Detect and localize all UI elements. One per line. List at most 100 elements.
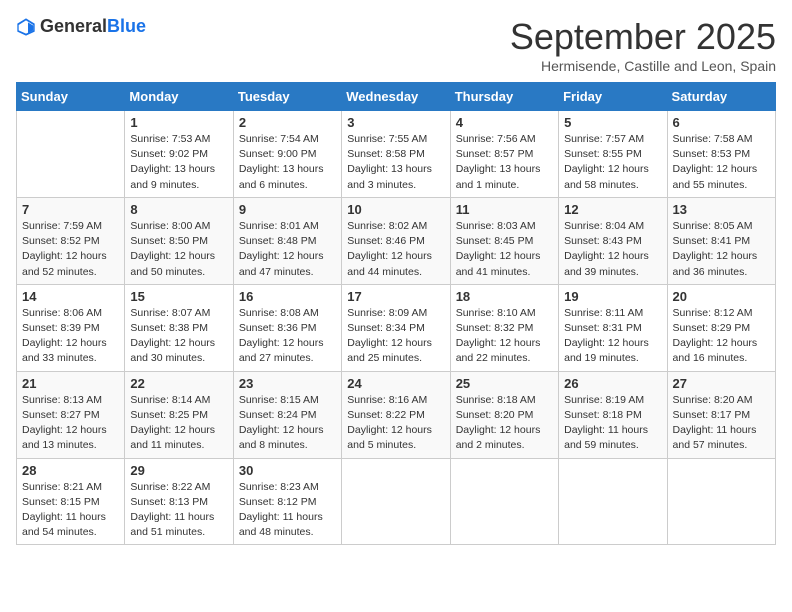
day-number: 6 xyxy=(673,115,770,130)
calendar-cell: 6 Sunrise: 7:58 AMSunset: 8:53 PMDaylight… xyxy=(667,111,775,198)
day-header-saturday: Saturday xyxy=(667,83,775,111)
day-number: 30 xyxy=(239,463,336,478)
day-number: 17 xyxy=(347,289,444,304)
day-info: Sunrise: 8:10 AMSunset: 8:32 PMDaylight:… xyxy=(456,306,553,367)
day-number: 15 xyxy=(130,289,227,304)
day-header-wednesday: Wednesday xyxy=(342,83,450,111)
day-info: Sunrise: 8:07 AMSunset: 8:38 PMDaylight:… xyxy=(130,306,227,367)
calendar-cell: 4Sunrise: 7:56 AMSunset: 8:57 PMDaylight… xyxy=(450,111,558,198)
calendar-cell xyxy=(559,458,667,545)
calendar-cell: 14Sunrise: 8:06 AMSunset: 8:39 PMDayligh… xyxy=(17,284,125,371)
day-number: 21 xyxy=(22,376,119,391)
calendar-cell: 26 Sunrise: 8:19 AMSunset: 8:18 PMDayligh… xyxy=(559,371,667,458)
day-header-sunday: Sunday xyxy=(17,83,125,111)
calendar-cell: 7Sunrise: 7:59 AMSunset: 8:52 PMDaylight… xyxy=(17,197,125,284)
day-info: Sunrise: 8:23 AMSunset: 8:12 PMDaylight:… xyxy=(239,480,336,541)
calendar-cell: 10 Sunrise: 8:02 AMSunset: 8:46 PMDayligh… xyxy=(342,197,450,284)
calendar-week-row: 14Sunrise: 8:06 AMSunset: 8:39 PMDayligh… xyxy=(17,284,776,371)
day-number: 18 xyxy=(456,289,553,304)
generalblue-logo-icon xyxy=(16,17,36,37)
calendar-cell: 12 Sunrise: 8:04 AMSunset: 8:43 PMDayligh… xyxy=(559,197,667,284)
calendar-cell xyxy=(342,458,450,545)
day-number: 22 xyxy=(130,376,227,391)
day-info: Sunrise: 8:12 AMSunset: 8:29 PMDaylight:… xyxy=(673,306,770,367)
day-number: 24 xyxy=(347,376,444,391)
calendar-cell xyxy=(667,458,775,545)
header: GeneralBlue September 2025 Hermisende, C… xyxy=(16,16,776,74)
calendar-cell: 27 Sunrise: 8:20 AMSunset: 8:17 PMDayligh… xyxy=(667,371,775,458)
calendar-week-row: 28 Sunrise: 8:21 AMSunset: 8:15 PMDayligh… xyxy=(17,458,776,545)
calendar-cell xyxy=(17,111,125,198)
calendar-body: 1 Sunrise: 7:53 AMSunset: 9:02 PMDaylight… xyxy=(17,111,776,545)
day-info: Sunrise: 8:11 AMSunset: 8:31 PMDaylight:… xyxy=(564,306,661,367)
calendar-cell: 15 Sunrise: 8:07 AMSunset: 8:38 PMDayligh… xyxy=(125,284,233,371)
calendar-cell: 13 Sunrise: 8:05 AMSunset: 8:41 PMDayligh… xyxy=(667,197,775,284)
day-number: 29 xyxy=(130,463,227,478)
logo-blue-text: Blue xyxy=(107,16,146,36)
day-number: 10 xyxy=(347,202,444,217)
calendar-cell: 22Sunrise: 8:14 AMSunset: 8:25 PMDayligh… xyxy=(125,371,233,458)
calendar-table: SundayMondayTuesdayWednesdayThursdayFrid… xyxy=(16,82,776,545)
title-area: September 2025 Hermisende, Castille and … xyxy=(510,16,776,74)
day-info: Sunrise: 7:55 AMSunset: 8:58 PMDaylight:… xyxy=(347,132,444,193)
day-number: 11 xyxy=(456,202,553,217)
calendar-cell: 3 Sunrise: 7:55 AMSunset: 8:58 PMDaylight… xyxy=(342,111,450,198)
day-info: Sunrise: 8:20 AMSunset: 8:17 PMDaylight:… xyxy=(673,393,770,454)
day-info: Sunrise: 8:21 AMSunset: 8:15 PMDaylight:… xyxy=(22,480,119,541)
calendar-cell xyxy=(450,458,558,545)
day-number: 19 xyxy=(564,289,661,304)
location-subtitle: Hermisende, Castille and Leon, Spain xyxy=(510,58,776,74)
calendar-week-row: 1 Sunrise: 7:53 AMSunset: 9:02 PMDaylight… xyxy=(17,111,776,198)
day-number: 16 xyxy=(239,289,336,304)
day-number: 26 xyxy=(564,376,661,391)
calendar-cell: 28 Sunrise: 8:21 AMSunset: 8:15 PMDayligh… xyxy=(17,458,125,545)
day-info: Sunrise: 8:06 AMSunset: 8:39 PMDaylight:… xyxy=(22,306,119,367)
calendar-cell: 19 Sunrise: 8:11 AMSunset: 8:31 PMDayligh… xyxy=(559,284,667,371)
day-info: Sunrise: 8:02 AMSunset: 8:46 PMDaylight:… xyxy=(347,219,444,280)
day-number: 23 xyxy=(239,376,336,391)
calendar-cell: 11 Sunrise: 8:03 AMSunset: 8:45 PMDayligh… xyxy=(450,197,558,284)
day-info: Sunrise: 7:59 AMSunset: 8:52 PMDaylight:… xyxy=(22,219,119,280)
day-number: 12 xyxy=(564,202,661,217)
day-info: Sunrise: 8:03 AMSunset: 8:45 PMDaylight:… xyxy=(456,219,553,280)
day-info: Sunrise: 8:09 AMSunset: 8:34 PMDaylight:… xyxy=(347,306,444,367)
day-number: 5 xyxy=(564,115,661,130)
day-info: Sunrise: 8:01 AMSunset: 8:48 PMDaylight:… xyxy=(239,219,336,280)
day-info: Sunrise: 7:53 AMSunset: 9:02 PMDaylight:… xyxy=(130,132,227,193)
logo: GeneralBlue xyxy=(16,16,146,37)
calendar-cell: 29Sunrise: 8:22 AMSunset: 8:13 PMDayligh… xyxy=(125,458,233,545)
day-header-friday: Friday xyxy=(559,83,667,111)
calendar-cell: 30 Sunrise: 8:23 AMSunset: 8:12 PMDayligh… xyxy=(233,458,341,545)
day-number: 28 xyxy=(22,463,119,478)
calendar-cell: 23Sunrise: 8:15 AMSunset: 8:24 PMDayligh… xyxy=(233,371,341,458)
day-info: Sunrise: 8:05 AMSunset: 8:41 PMDaylight:… xyxy=(673,219,770,280)
calendar-cell: 18 Sunrise: 8:10 AMSunset: 8:32 PMDayligh… xyxy=(450,284,558,371)
day-number: 20 xyxy=(673,289,770,304)
logo-general-text: General xyxy=(40,16,107,36)
day-info: Sunrise: 7:58 AMSunset: 8:53 PMDaylight:… xyxy=(673,132,770,193)
calendar-week-row: 7Sunrise: 7:59 AMSunset: 8:52 PMDaylight… xyxy=(17,197,776,284)
day-info: Sunrise: 8:16 AMSunset: 8:22 PMDaylight:… xyxy=(347,393,444,454)
day-header-tuesday: Tuesday xyxy=(233,83,341,111)
day-number: 3 xyxy=(347,115,444,130)
calendar-cell: 1 Sunrise: 7:53 AMSunset: 9:02 PMDaylight… xyxy=(125,111,233,198)
calendar-cell: 9Sunrise: 8:01 AMSunset: 8:48 PMDaylight… xyxy=(233,197,341,284)
day-info: Sunrise: 8:04 AMSunset: 8:43 PMDaylight:… xyxy=(564,219,661,280)
calendar-cell: 5 Sunrise: 7:57 AMSunset: 8:55 PMDaylight… xyxy=(559,111,667,198)
day-info: Sunrise: 7:57 AMSunset: 8:55 PMDaylight:… xyxy=(564,132,661,193)
calendar-cell: 2 Sunrise: 7:54 AMSunset: 9:00 PMDaylight… xyxy=(233,111,341,198)
day-number: 4 xyxy=(456,115,553,130)
day-info: Sunrise: 7:54 AMSunset: 9:00 PMDaylight:… xyxy=(239,132,336,193)
calendar-header-row: SundayMondayTuesdayWednesdayThursdayFrid… xyxy=(17,83,776,111)
day-info: Sunrise: 8:19 AMSunset: 8:18 PMDaylight:… xyxy=(564,393,661,454)
day-number: 25 xyxy=(456,376,553,391)
calendar-cell: 21Sunrise: 8:13 AMSunset: 8:27 PMDayligh… xyxy=(17,371,125,458)
day-number: 13 xyxy=(673,202,770,217)
calendar-cell: 16 Sunrise: 8:08 AMSunset: 8:36 PMDayligh… xyxy=(233,284,341,371)
day-number: 1 xyxy=(130,115,227,130)
month-title: September 2025 xyxy=(510,16,776,58)
calendar-cell: 20 Sunrise: 8:12 AMSunset: 8:29 PMDayligh… xyxy=(667,284,775,371)
day-info: Sunrise: 8:08 AMSunset: 8:36 PMDaylight:… xyxy=(239,306,336,367)
day-number: 2 xyxy=(239,115,336,130)
day-number: 27 xyxy=(673,376,770,391)
